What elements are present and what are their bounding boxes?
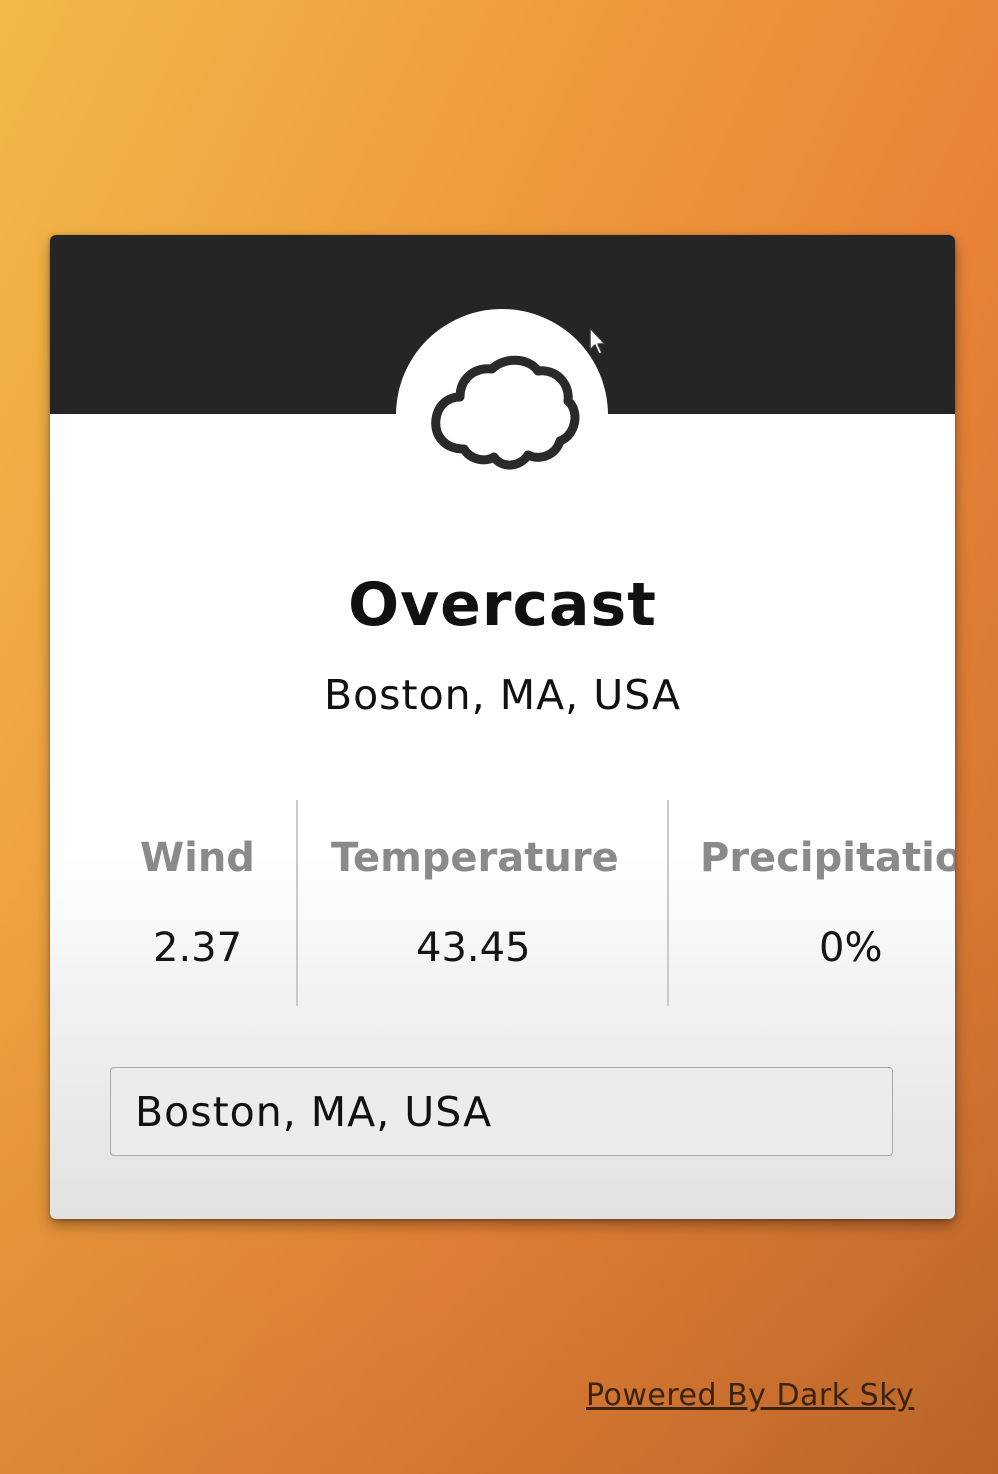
wind-label: Wind (140, 835, 255, 881)
stat-divider (667, 800, 669, 1006)
temperature-label: Temperature (331, 835, 619, 881)
powered-by-link[interactable]: Powered By Dark Sky (586, 1378, 914, 1413)
mouse-cursor-icon (589, 327, 606, 355)
wind-value: 2.37 (153, 925, 243, 971)
weather-summary: Overcast (348, 570, 657, 640)
precipitation-label: Precipitation (700, 835, 955, 881)
temperature-value: 43.45 (416, 925, 531, 971)
stat-divider (296, 800, 298, 1006)
weather-card: Overcast Boston, MA, USA Wind 2.37 Tempe… (50, 235, 955, 1219)
location-search-input[interactable] (110, 1067, 893, 1156)
cloud-icon (431, 355, 580, 470)
location-label: Boston, MA, USA (323, 671, 682, 719)
precipitation-value: 0% (819, 925, 883, 971)
